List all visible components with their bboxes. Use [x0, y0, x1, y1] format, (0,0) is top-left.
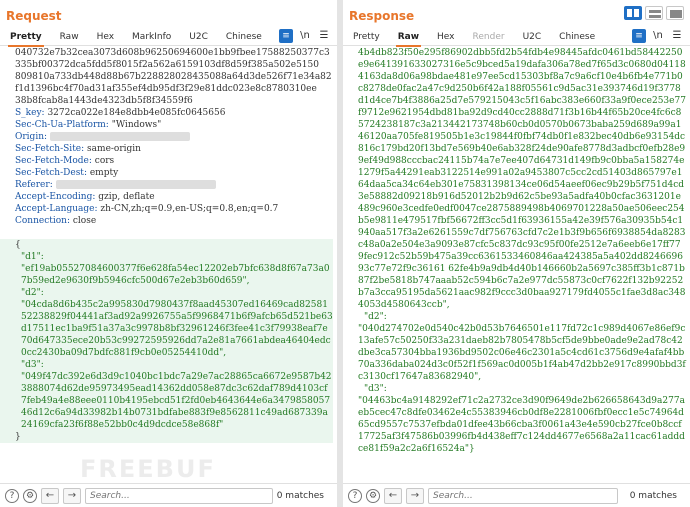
wrap-lines-icon[interactable]: ≡	[632, 29, 646, 43]
json-value-d1: "ef19ab05527084600377f6e628fa54ec12202eb…	[21, 264, 330, 286]
single-pane-layout-icon[interactable]	[666, 6, 684, 20]
tab-markinfo[interactable]: MarkInfo	[126, 30, 177, 44]
tab-chinese[interactable]: Chinese	[553, 30, 601, 44]
stacked-layout-icon[interactable]	[645, 6, 663, 20]
tab-u2c[interactable]: U2C	[183, 30, 214, 44]
json-key-d3: "d3":	[364, 384, 387, 394]
help-icon[interactable]: ?	[348, 488, 362, 503]
side-by-side-layout-icon[interactable]	[624, 6, 642, 20]
json-value-d2: "04cda8d6b435c2a995830d7980437f8aad45307…	[21, 300, 333, 358]
back-arrow-icon[interactable]: ←	[41, 487, 59, 504]
json-key-d2: "d2":	[364, 312, 387, 322]
body-line: 809810a733db448d88b67b228828028435088a64…	[15, 72, 332, 82]
header-accept-encoding: Accept-Encoding: gzip, deflate	[15, 192, 155, 202]
header-sec-fetch-mode: Sec-Fetch-Mode: cors	[15, 156, 115, 166]
request-editor[interactable]: 040732e7b32cea3073d608b96250694600e1bb9f…	[0, 47, 337, 483]
response-search-input[interactable]	[428, 487, 618, 504]
tab-u2c[interactable]: U2C	[517, 30, 548, 44]
json-key-d1: "d1":	[21, 252, 44, 262]
forward-arrow-icon[interactable]: →	[63, 487, 81, 504]
back-arrow-icon[interactable]: ←	[384, 487, 402, 504]
menu-icon[interactable]: ☰	[670, 29, 684, 43]
body-line: 040732e7b32cea3073d608b96250694600e1bb9f…	[15, 48, 330, 58]
header-referer: Referer:	[15, 179, 333, 191]
settings-gear-icon[interactable]: ⚙	[366, 488, 380, 503]
json-open: {	[15, 240, 21, 250]
body-line: f1d1396bc4f70ad31af355ef4db95df3f29e81dd…	[15, 84, 317, 94]
request-search-input[interactable]	[85, 487, 273, 504]
response-tabs: Pretty Raw Hex Render U2C Chinese ≡ \n ☰	[343, 28, 690, 47]
tab-pretty[interactable]: Pretty	[4, 30, 48, 47]
watermark: FREEBUF	[80, 455, 216, 483]
tab-raw[interactable]: Raw	[392, 30, 425, 47]
header-connection: Connection: close	[15, 216, 97, 226]
header-sec-ch-ua-platform: Sec-Ch-Ua-Platform: "Windows"	[15, 120, 162, 130]
request-search-bar: ? ⚙ ← → 0 matches	[0, 483, 337, 507]
help-icon[interactable]: ?	[5, 488, 19, 503]
json-close: }	[15, 432, 21, 442]
body-line: 38b8fcab8a1443de4323db5f8f34559f6	[15, 96, 193, 106]
response-pane: Response Pretty Raw Hex Render U2C Chine…	[343, 0, 690, 507]
redacted-block	[49, 132, 190, 141]
redacted-block	[55, 180, 216, 189]
response-search-bar: ? ⚙ ← → 0 matches	[343, 483, 690, 507]
request-title: Request	[6, 9, 62, 23]
response-title: Response	[349, 9, 415, 23]
tab-render[interactable]: Render	[467, 30, 511, 44]
request-tabs: Pretty Raw Hex MarkInfo U2C Chinese ≡ \n…	[0, 28, 337, 47]
wrap-lines-icon[interactable]: ≡	[279, 29, 293, 43]
json-key-d3: "d3":	[21, 360, 44, 370]
tab-chinese[interactable]: Chinese	[220, 30, 268, 44]
newline-icon[interactable]: \n	[298, 29, 312, 43]
json-value-d2: "040d274702e0d540c42b0d53b7646501e117fd7…	[358, 324, 686, 382]
response-body-d1: 4b4db823f50e295f86902dbb5fd2b54fdb4e9844…	[358, 48, 686, 310]
layout-toggles	[624, 6, 684, 20]
header-sec-fetch-dest: Sec-Fetch-Dest: empty	[15, 168, 119, 178]
forward-arrow-icon[interactable]: →	[406, 487, 424, 504]
header-sec-fetch-site: Sec-Fetch-Site: same-origin	[15, 144, 141, 154]
request-pane: Request Pretty Raw Hex MarkInfo U2C Chin…	[0, 0, 337, 507]
tab-hex[interactable]: Hex	[91, 30, 120, 44]
header-origin: Origin:	[15, 131, 333, 143]
request-match-count: 0 matches	[276, 490, 324, 501]
body-line: 335bf00372dca5fdd5f8015f2a562a6159103df8…	[15, 60, 319, 70]
tab-pretty[interactable]: Pretty	[347, 30, 386, 44]
response-match-count: 0 matches	[629, 490, 677, 501]
tab-hex[interactable]: Hex	[431, 30, 460, 44]
request-json-body: { "d1": "ef19ab05527084600377f6e628fa54e…	[0, 239, 333, 443]
json-key-d2: "d2":	[21, 288, 44, 298]
json-value-d3: "049f47dc392e6d3d9c1040bc1bdc7a29e7ac288…	[21, 372, 332, 430]
response-editor[interactable]: 4b4db823f50e295f86902dbb5fd2b54fdb4e9844…	[343, 47, 690, 483]
header-accept-language: Accept-Language: zh-CN,zh;q=0.9,en-US;q=…	[15, 204, 279, 214]
tab-raw[interactable]: Raw	[54, 30, 85, 44]
json-value-d3: "04463bc4a9148292ef71c2a2732ce3d90f9649d…	[358, 396, 685, 454]
header-s-key: S_key: 3272ca022e184e8dbb4e085fc0645656	[15, 108, 226, 118]
menu-icon[interactable]: ☰	[317, 29, 331, 43]
newline-icon[interactable]: \n	[651, 29, 665, 43]
settings-gear-icon[interactable]: ⚙	[23, 488, 37, 503]
